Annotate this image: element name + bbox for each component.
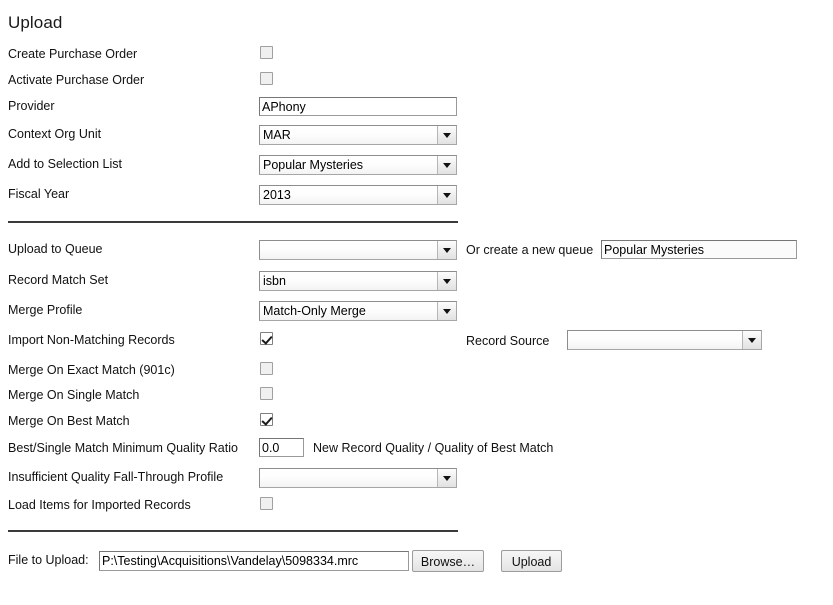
new-queue-input[interactable] (601, 240, 797, 259)
chevron-down-icon[interactable] (437, 156, 456, 174)
chevron-down-icon[interactable] (437, 272, 456, 290)
file-path-input[interactable] (99, 551, 409, 571)
checkbox-create-purchase-order[interactable] (260, 46, 273, 59)
label-quality-ratio: Best/Single Match Minimum Quality Ratio (8, 441, 238, 455)
label-fallthrough-profile: Insufficient Quality Fall-Through Profil… (8, 470, 224, 484)
label-merge-on-single-match: Merge On Single Match (8, 388, 140, 402)
label-record-source: Record Source (466, 334, 550, 348)
form-row-create-purchase-order: Create Purchase Order (0, 45, 833, 71)
chevron-down-icon[interactable] (437, 469, 456, 487)
checkbox-load-items[interactable] (260, 497, 273, 510)
form-row-fiscal-year: Fiscal Year 2013 (0, 185, 833, 211)
form-row-merge-on-exact-match: Merge On Exact Match (901c) (0, 361, 833, 387)
form-row-quality-ratio: Best/Single Match Minimum Quality Ratio … (0, 438, 833, 465)
select-record-source-value (568, 331, 742, 349)
label-fiscal-year: Fiscal Year (8, 187, 70, 201)
label-upload-to-queue: Upload to Queue (8, 242, 103, 256)
page-title: Upload (8, 13, 63, 33)
select-upload-to-queue[interactable] (259, 240, 457, 260)
select-merge-profile-value: Match-Only Merge (263, 304, 366, 318)
label-load-items: Load Items for Imported Records (8, 498, 191, 512)
form-row-upload-to-queue: Upload to Queue Or create a new queue (0, 240, 833, 266)
label-or-create-new-queue: Or create a new queue (466, 243, 594, 257)
form-row-fallthrough-profile: Insufficient Quality Fall-Through Profil… (0, 468, 833, 494)
chevron-down-icon[interactable] (437, 186, 456, 204)
form-row-load-items: Load Items for Imported Records (0, 496, 833, 522)
label-create-purchase-order: Create Purchase Order (8, 47, 138, 61)
select-record-source[interactable] (567, 330, 762, 350)
checkbox-merge-on-best-match[interactable] (260, 413, 273, 426)
form-row-import-non-matching-records: Import Non-Matching Records Record Sourc… (0, 330, 833, 357)
label-activate-purchase-order: Activate Purchase Order (8, 73, 145, 87)
label-context-org-unit: Context Org Unit (8, 127, 102, 141)
form-row-context-org-unit: Context Org Unit MAR (0, 125, 833, 151)
select-context-org-unit[interactable]: MAR (259, 125, 457, 145)
select-fallthrough-profile[interactable] (259, 468, 457, 488)
select-fallthrough-profile-value (260, 469, 437, 487)
label-record-match-set: Record Match Set (8, 273, 109, 287)
chevron-down-icon[interactable] (437, 241, 456, 259)
form-row-provider: Provider (0, 97, 833, 123)
select-add-to-selection-list-value: Popular Mysteries (263, 158, 364, 172)
form-row-merge-profile: Merge Profile Match-Only Merge (0, 301, 833, 327)
upload-button[interactable]: Upload (501, 550, 562, 572)
form-row-merge-on-single-match: Merge On Single Match (0, 386, 833, 412)
checkbox-activate-purchase-order[interactable] (260, 72, 273, 85)
select-fiscal-year[interactable]: 2013 (259, 185, 457, 205)
checkbox-merge-on-exact-match[interactable] (260, 362, 273, 375)
select-upload-to-queue-value (260, 241, 437, 259)
label-merge-on-exact-match: Merge On Exact Match (901c) (8, 363, 175, 377)
select-fiscal-year-value: 2013 (263, 188, 291, 202)
select-add-to-selection-list[interactable]: Popular Mysteries (259, 155, 457, 175)
select-context-org-unit-value: MAR (263, 128, 291, 142)
label-add-to-selection-list: Add to Selection List (8, 157, 122, 171)
form-row-merge-on-best-match: Merge On Best Match (0, 412, 833, 438)
hint-quality-ratio: New Record Quality / Quality of Best Mat… (313, 441, 554, 455)
label-import-non-matching-records: Import Non-Matching Records (8, 333, 175, 347)
select-record-match-set[interactable]: isbn (259, 271, 457, 291)
chevron-down-icon[interactable] (437, 302, 456, 320)
provider-input[interactable] (259, 97, 457, 116)
checkbox-merge-on-single-match[interactable] (260, 387, 273, 400)
quality-ratio-input[interactable] (259, 438, 304, 457)
chevron-down-icon[interactable] (742, 331, 761, 349)
form-row-activate-purchase-order: Activate Purchase Order (0, 71, 833, 97)
label-merge-on-best-match: Merge On Best Match (8, 414, 130, 428)
browse-button[interactable]: Browse… (412, 550, 484, 572)
form-row-file-upload: File to Upload: Browse… Upload (0, 550, 833, 577)
section-divider-bottom (8, 530, 458, 532)
label-file-to-upload: File to Upload: (8, 553, 89, 567)
form-row-add-to-selection-list: Add to Selection List Popular Mysteries (0, 155, 833, 181)
label-provider: Provider (8, 99, 55, 113)
section-divider-top (8, 221, 458, 223)
label-merge-profile: Merge Profile (8, 303, 83, 317)
checkbox-import-non-matching-records[interactable] (260, 332, 273, 345)
form-row-record-match-set: Record Match Set isbn (0, 271, 833, 297)
upload-page: Upload Create Purchase Order Activate Pu… (0, 0, 833, 605)
select-record-match-set-value: isbn (263, 274, 286, 288)
chevron-down-icon[interactable] (437, 126, 456, 144)
select-merge-profile[interactable]: Match-Only Merge (259, 301, 457, 321)
